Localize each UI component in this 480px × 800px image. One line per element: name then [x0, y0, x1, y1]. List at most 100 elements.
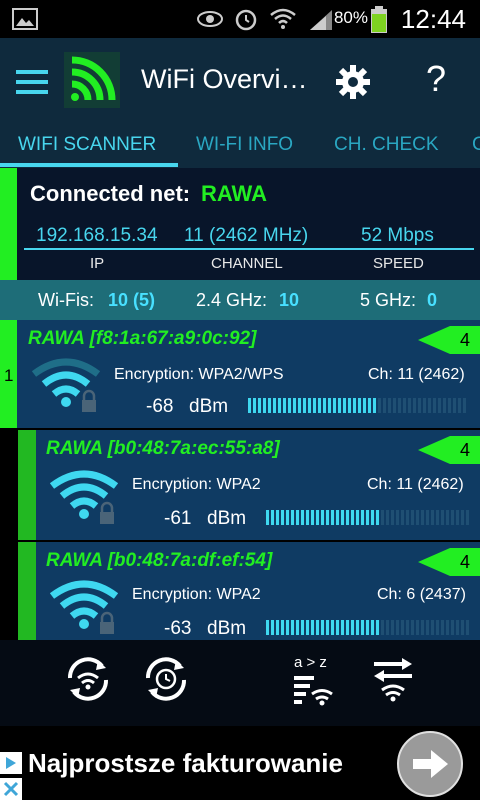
signal-segment [291, 510, 294, 525]
signal-segment [271, 620, 274, 635]
signal-segment [356, 620, 359, 635]
signal-segment [466, 510, 469, 525]
signal-segment [463, 398, 466, 413]
signal-segment [303, 398, 306, 413]
signal-segment [368, 398, 371, 413]
eye-icon [197, 11, 223, 27]
tab-channel-check[interactable]: CH. CHECK [334, 134, 439, 156]
signal-segment [406, 510, 409, 525]
connected-network-panel: Connected net: RAWA 192.168.15.34 11 (24… [0, 168, 480, 280]
signal-segment [316, 510, 319, 525]
tab-wifi-scanner[interactable]: WIFI SCANNER [18, 134, 156, 156]
signal-segment [276, 620, 279, 635]
signal-segment [451, 620, 454, 635]
signal-segment [431, 620, 434, 635]
signal-segment [411, 620, 414, 635]
sort-button[interactable]: a > z [292, 654, 338, 706]
tab-wifi-info[interactable]: WI-FI INFO [196, 134, 293, 156]
signal-segment [411, 510, 414, 525]
gear-icon[interactable] [335, 64, 371, 100]
signal-dbm: -63 [164, 618, 192, 639]
signal-strength-bar [266, 510, 472, 525]
network-counts-bar: Wi-Fis: 10 (5) 2.4 GHz: 10 5 GHz: 0 [0, 280, 480, 320]
signal-segment [441, 620, 444, 635]
signal-segment [326, 510, 329, 525]
signal-segment [306, 510, 309, 525]
refresh-scan-icon[interactable] [62, 656, 114, 702]
signal-segment [461, 510, 464, 525]
signal-segment [396, 620, 399, 635]
signal-segment [321, 510, 324, 525]
signal-strength-icon [310, 10, 332, 30]
signal-segment [391, 620, 394, 635]
signal-segment [348, 398, 351, 413]
signal-segment [426, 620, 429, 635]
help-button[interactable]: ? [426, 58, 446, 100]
ad-info-icon[interactable] [0, 752, 22, 800]
signal-segment [438, 398, 441, 413]
signal-segment [323, 398, 326, 413]
signal-segment [266, 620, 269, 635]
signal-segment [316, 620, 319, 635]
signal-segment [356, 510, 359, 525]
signal-segment [371, 510, 374, 525]
signal-segment [456, 620, 459, 635]
menu-icon[interactable] [16, 70, 48, 94]
signal-segment [311, 510, 314, 525]
ad-arrow-icon[interactable] [396, 730, 464, 798]
signal-segment [298, 398, 301, 413]
signal-segment [281, 620, 284, 635]
signal-segment [391, 510, 394, 525]
signal-segment [361, 620, 364, 635]
network-list[interactable]: 1 RAWA [f8:1a:67:a9:0c:92] 4 Encryption:… [0, 320, 480, 640]
signal-strength-bar [248, 398, 472, 413]
battery-icon [371, 6, 387, 33]
signal-segment [378, 398, 381, 413]
ad-banner[interactable]: Najprostsze fakturowanie [0, 726, 480, 800]
signal-segment [406, 620, 409, 635]
signal-segment [396, 510, 399, 525]
network-card[interactable]: RAWA [b0:48:7a:df:ef:54] 4 Encryption: W… [18, 542, 480, 640]
signal-unit: dBm [207, 618, 247, 639]
group-marker [18, 542, 36, 640]
signal-segment [453, 398, 456, 413]
signal-segment [313, 398, 316, 413]
signal-segment [331, 620, 334, 635]
sort-icon [294, 676, 333, 706]
signal-segment [281, 510, 284, 525]
app-bar: WiFi Overvi… ? [0, 38, 480, 126]
signal-segment [418, 398, 421, 413]
ad-text[interactable]: Najprostsze fakturowanie [28, 748, 343, 779]
signal-segment [398, 398, 401, 413]
auto-refresh-timer-icon[interactable] [140, 656, 192, 702]
signal-segment [366, 620, 369, 635]
signal-segment [346, 510, 349, 525]
signal-segment [403, 398, 406, 413]
signal-segment [278, 398, 281, 413]
tab-overflow[interactable]: C [472, 134, 480, 156]
network-card[interactable]: RAWA [b0:48:7a:ec:55:a8] 4 Encryption: W… [18, 430, 480, 540]
signal-segment [258, 398, 261, 413]
signal-segment [311, 620, 314, 635]
signal-segment [358, 398, 361, 413]
connected-label: Connected net: [30, 181, 191, 206]
wifi-secured-icon [50, 470, 118, 524]
signal-segment [353, 398, 356, 413]
signal-segment [413, 398, 416, 413]
app-title: WiFi Overvi… [141, 64, 308, 94]
signal-segment [446, 620, 449, 635]
signal-segment [431, 510, 434, 525]
signal-segment [321, 620, 324, 635]
signal-segment [331, 510, 334, 525]
network-card[interactable]: 1 RAWA [f8:1a:67:a9:0c:92] 4 Encryption:… [0, 320, 480, 428]
signal-segment [338, 398, 341, 413]
signal-segment [291, 620, 294, 635]
signal-segment [363, 398, 366, 413]
filter-compare-icon[interactable] [370, 656, 416, 702]
signal-segment [318, 398, 321, 413]
signal-segment [446, 510, 449, 525]
wifi-status-icon [270, 8, 296, 29]
bottom-toolbar: a > z [0, 640, 480, 726]
signal-segment [401, 510, 404, 525]
signal-strength-bar [266, 620, 472, 635]
